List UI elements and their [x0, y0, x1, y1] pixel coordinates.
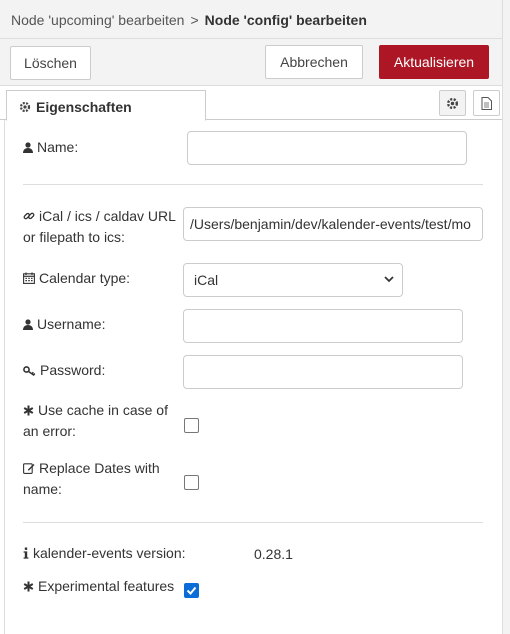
- edit-icon: [23, 463, 35, 474]
- calendar-type-selected: iCal: [194, 272, 219, 288]
- document-icon: [481, 96, 492, 110]
- url-input[interactable]: /Users/benjamin/dev/kalender-events/test…: [183, 207, 483, 241]
- calendar-type-label: Calendar type:: [23, 268, 130, 289]
- calendar-type-select[interactable]: iCal: [183, 263, 403, 297]
- calendar-icon: [23, 272, 35, 284]
- delete-button[interactable]: Löschen: [10, 46, 91, 80]
- user-icon: [23, 142, 33, 153]
- settings-tab-button[interactable]: [439, 90, 466, 116]
- url-label: iCal / ics / caldav URL or filepath to ic…: [23, 208, 176, 245]
- cancel-button[interactable]: Abbrechen: [265, 45, 363, 79]
- username-input[interactable]: [183, 309, 463, 343]
- update-button[interactable]: Aktualisieren: [379, 45, 489, 79]
- use-cache-checkbox[interactable]: [184, 418, 199, 433]
- use-cache-label: Use cache in case of an error:: [23, 402, 168, 439]
- tab-bar: Eigenschaften: [0, 86, 502, 121]
- description-tab-button[interactable]: [473, 90, 500, 116]
- user-icon: [23, 319, 33, 330]
- experimental-checkbox[interactable]: [184, 583, 199, 598]
- dialog-toolbar: Löschen Abbrechen Aktualisieren: [0, 39, 502, 86]
- checkmark-icon: [186, 586, 197, 595]
- name-label: Name:: [23, 137, 78, 158]
- scrollbar-rail[interactable]: [502, 0, 510, 634]
- gear-icon: [446, 97, 459, 109]
- section-divider: [23, 184, 483, 185]
- experimental-label: Experimental features: [23, 576, 174, 597]
- version-value: 0.28.1: [254, 546, 293, 562]
- password-label: Password:: [23, 360, 105, 381]
- tab-properties-label: Eigenschaften: [36, 99, 132, 115]
- breadcrumb-separator: >: [190, 12, 199, 28]
- asterisk-icon: [23, 581, 34, 592]
- tab-properties[interactable]: Eigenschaften: [6, 90, 206, 121]
- replace-dates-label: Replace Dates with name:: [23, 460, 160, 497]
- breadcrumb-parent[interactable]: Node 'upcoming' bearbeiten: [11, 12, 184, 28]
- chevron-down-icon: [384, 276, 394, 283]
- breadcrumb-current: Node 'config' bearbeiten: [204, 12, 367, 28]
- key-icon: [23, 366, 36, 377]
- gear-icon: [19, 101, 31, 113]
- dialog-breadcrumb: Node 'upcoming' bearbeiten > Node 'config'…: [0, 0, 502, 39]
- info-icon: [23, 547, 29, 559]
- password-input[interactable]: [183, 355, 463, 389]
- asterisk-icon: [23, 405, 34, 416]
- name-input[interactable]: [187, 131, 467, 165]
- link-icon: [23, 212, 35, 220]
- replace-dates-checkbox[interactable]: [184, 475, 199, 490]
- username-label: Username:: [23, 314, 105, 335]
- section-divider: [23, 522, 483, 523]
- version-label: kalender-events version:: [23, 543, 186, 564]
